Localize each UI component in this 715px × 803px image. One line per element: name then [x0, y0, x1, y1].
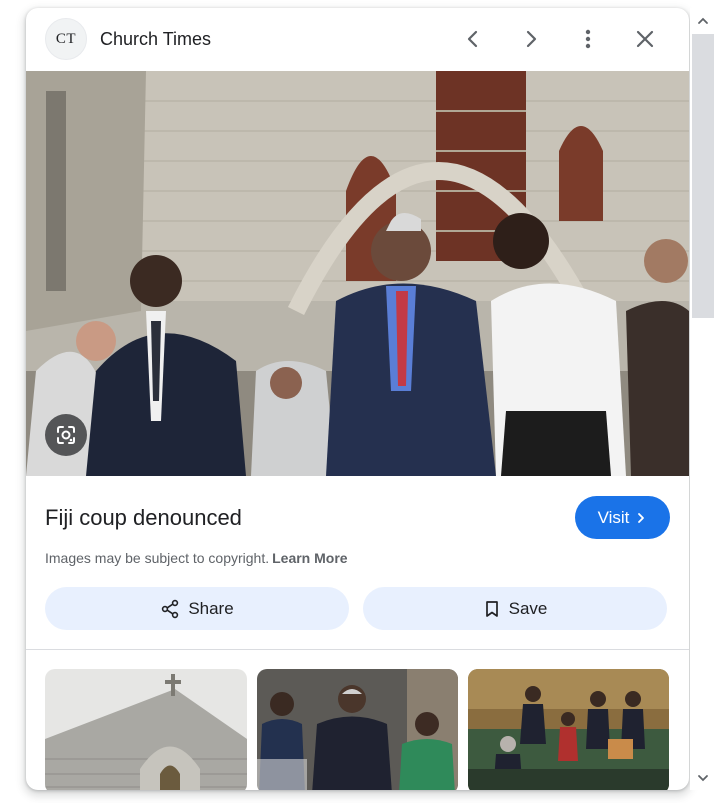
chevron-up-icon — [697, 17, 708, 24]
visual-search-button[interactable] — [45, 414, 87, 456]
main-image[interactable] — [26, 71, 689, 476]
site-logo-text: CT — [55, 30, 77, 47]
thumbnail-image — [45, 669, 247, 790]
scroll-up-button[interactable] — [694, 12, 711, 29]
image-preview-panel: CT Church Times Fiji coup denounced Visi… — [26, 8, 689, 790]
thumbnail-image — [468, 669, 669, 790]
chevron-down-icon — [697, 774, 708, 781]
save-label: Save — [508, 598, 548, 618]
image-title[interactable]: Fiji coup denounced — [45, 505, 242, 531]
chevron-right-icon — [526, 30, 537, 48]
share-label: Share — [188, 598, 234, 618]
share-button[interactable]: Share — [45, 587, 349, 630]
thumbnail-image — [257, 669, 458, 790]
related-image-thumbnail[interactable] — [468, 669, 669, 790]
related-image-thumbnail[interactable] — [257, 669, 458, 790]
save-button[interactable]: Save — [363, 587, 667, 630]
site-logo[interactable]: CT — [45, 18, 87, 60]
google-lens-icon — [57, 426, 75, 444]
more-options-button[interactable] — [573, 24, 603, 54]
bookmark-icon — [485, 600, 498, 617]
main-photo — [26, 71, 689, 476]
more-vert-icon — [585, 29, 591, 49]
share-icon — [162, 599, 179, 618]
scroll-down-button[interactable] — [694, 769, 711, 786]
copyright-notice: Images may be subject to copyright. Learn… — [45, 550, 348, 566]
visit-label: Visit — [597, 507, 630, 527]
close-icon — [636, 30, 654, 48]
close-button[interactable] — [630, 24, 660, 54]
page-scrollbar[interactable] — [690, 8, 715, 790]
copyright-text: Images may be subject to copyright. — [45, 550, 270, 566]
next-button[interactable] — [516, 24, 546, 54]
related-image-thumbnail[interactable] — [45, 669, 247, 790]
previous-button[interactable] — [458, 24, 488, 54]
section-divider — [26, 649, 689, 650]
chevron-right-icon — [638, 512, 645, 523]
scrollbar-thumb[interactable] — [692, 34, 714, 318]
chevron-left-icon — [467, 30, 478, 48]
site-name[interactable]: Church Times — [100, 29, 211, 50]
learn-more-link[interactable]: Learn More — [272, 550, 347, 566]
visit-button[interactable]: Visit — [575, 496, 670, 539]
preview-header: CT Church Times — [26, 8, 689, 71]
